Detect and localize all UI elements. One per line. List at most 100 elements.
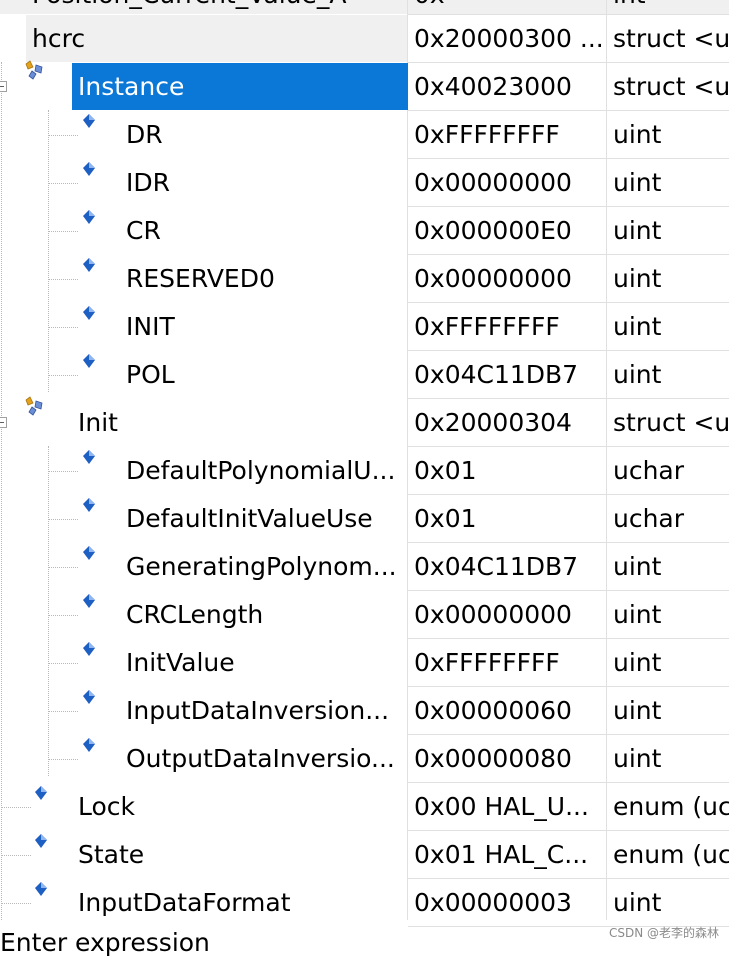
tree-branch [48, 327, 78, 328]
watch-row-crclength[interactable]: CRCLength 0x00000000 uint [0, 591, 729, 639]
top-row-name: Position_Current_Value_A [32, 0, 347, 10]
row-value[interactable]: 0x00000000 [408, 159, 606, 206]
enter-expression-prompt[interactable]: Enter expression [0, 928, 210, 958]
collapse-init-icon[interactable] [0, 417, 7, 428]
member-icon [35, 882, 47, 896]
member-icon [35, 834, 47, 848]
row-value[interactable]: 0x01 HAL_C... [408, 831, 606, 878]
row-value[interactable]: 0x01 [408, 447, 606, 494]
row-type: uint [613, 648, 662, 677]
row-name: InitValue [126, 648, 235, 677]
watch-row-defaultpolynomialuse[interactable]: DefaultPolynomialU... 0x01 uchar [0, 447, 729, 495]
row-separator [408, 494, 729, 495]
row-separator [408, 446, 729, 447]
top-row-type: int [613, 0, 646, 10]
row-name-selected: Instance [72, 63, 408, 110]
row-value[interactable]: 0x04C11DB7 [408, 351, 606, 398]
watch-row-inputdataformat[interactable]: InputDataFormat 0x00000003 uint [0, 879, 729, 927]
row-value[interactable]: 0x04C11DB7 [408, 543, 606, 590]
struct-icon [25, 60, 43, 80]
row-value[interactable]: 0xFFFFFFFF [408, 639, 606, 686]
row-name: Lock [78, 792, 136, 821]
row-separator [408, 62, 729, 63]
watch-row-outputdatainversion[interactable]: OutputDataInversio... 0x00000080 uint [0, 735, 729, 783]
watch-row-defaultinitvalueuse[interactable]: DefaultInitValueUse 0x01 uchar [0, 495, 729, 543]
member-icon [83, 738, 95, 752]
row-type: struct <u [613, 24, 729, 53]
watch-row-instance[interactable]: Instance 0x40023000 struct <u [0, 60, 729, 111]
tree-branch [48, 375, 78, 376]
member-icon [83, 498, 95, 512]
row-value[interactable]: 0x00000060 [408, 687, 606, 734]
row-type: uchar [613, 456, 685, 485]
row-type: enum (uc [613, 792, 729, 821]
row-separator [408, 206, 729, 207]
row-value[interactable]: 0xFFFFFFFF [408, 303, 606, 350]
collapse-instance-icon[interactable] [0, 81, 7, 92]
row-name: INIT [126, 312, 175, 341]
watch-row-reserved0[interactable]: RESERVED0 0x00000000 uint [0, 255, 729, 303]
tree-branch [48, 135, 78, 136]
watch-row-idr[interactable]: IDR 0x00000000 uint [0, 159, 729, 207]
member-icon [83, 450, 95, 464]
row-name: RESERVED0 [126, 264, 275, 293]
partial-top-row[interactable]: Position_Current_Value_A 0x int [0, 0, 729, 14]
member-icon [35, 786, 47, 800]
watch-row-init-reg[interactable]: INIT 0xFFFFFFFF uint [0, 303, 729, 351]
watch-window: Position_Current_Value_A 0x int hcrc 0x2… [0, 0, 729, 957]
row-name: GeneratingPolynom... [126, 552, 397, 581]
row-value[interactable]: 0x20000304 [408, 399, 606, 446]
row-value[interactable]: 0x00000003 [408, 879, 606, 926]
watch-row-dr[interactable]: DR 0xFFFFFFFF uint [0, 111, 729, 159]
row-type: struct <u [613, 72, 729, 101]
row-type: uint [613, 888, 662, 917]
watch-row-generatingpolynomial[interactable]: GeneratingPolynom... 0x04C11DB7 uint [0, 543, 729, 591]
struct-icon [25, 396, 43, 416]
row-value[interactable]: 0x00000000 [408, 255, 606, 302]
row-value[interactable]: 0x00000000 [408, 591, 606, 638]
row-separator [408, 782, 729, 783]
row-name: DefaultInitValueUse [126, 504, 373, 533]
row-value[interactable]: 0x01 [408, 495, 606, 542]
watch-row-state[interactable]: State 0x01 HAL_C... enum (uc [0, 831, 729, 879]
tree-branch [48, 183, 78, 184]
tree-branch [1, 855, 31, 856]
row-value[interactable]: 0x000000E0 [408, 207, 606, 254]
row-name: CRCLength [126, 600, 264, 629]
row-type: enum (uc [613, 840, 729, 869]
row-name: Init [78, 408, 118, 437]
watch-row-cr[interactable]: CR 0x000000E0 uint [0, 207, 729, 255]
watch-row-initvalue[interactable]: InitValue 0xFFFFFFFF uint [0, 639, 729, 687]
row-type: uint [613, 216, 662, 245]
watch-row-hcrc[interactable]: hcrc 0x20000300 ... struct <u [0, 15, 729, 63]
row-type: uint [613, 552, 662, 581]
row-name: DefaultPolynomialU... [126, 456, 396, 485]
watch-row-pol[interactable]: POL 0x04C11DB7 uint [0, 351, 729, 399]
row-type: uint [613, 264, 662, 293]
tree-branch [48, 663, 78, 664]
row-value[interactable]: 0x20000300 ... [408, 15, 606, 62]
row-name: CR [126, 216, 161, 245]
row-separator [408, 254, 729, 255]
row-type: uint [613, 600, 662, 629]
tree-branch [48, 567, 78, 568]
row-value[interactable]: 0xFFFFFFFF [408, 111, 606, 158]
tree-branch [48, 279, 78, 280]
member-icon [83, 690, 95, 704]
row-separator [408, 14, 729, 15]
row-value[interactable]: 0x00 HAL_U... [408, 783, 606, 830]
tree-branch [48, 231, 78, 232]
row-value[interactable]: 0x00000080 [408, 735, 606, 782]
watch-row-init[interactable]: Init 0x20000304 struct <u [0, 396, 729, 447]
tree-branch [1, 903, 31, 904]
member-icon [83, 594, 95, 608]
member-icon [83, 162, 95, 176]
row-separator [408, 542, 729, 543]
watch-row-lock[interactable]: Lock 0x00 HAL_U... enum (uc [0, 783, 729, 831]
row-value[interactable]: 0x40023000 [408, 63, 606, 110]
watermark: CSDN @老李的森林 [608, 926, 719, 940]
member-icon [83, 258, 95, 272]
row-separator [408, 350, 729, 351]
tree-branch [48, 471, 78, 472]
watch-row-inputdatainversion[interactable]: InputDataInversion... 0x00000060 uint [0, 687, 729, 735]
